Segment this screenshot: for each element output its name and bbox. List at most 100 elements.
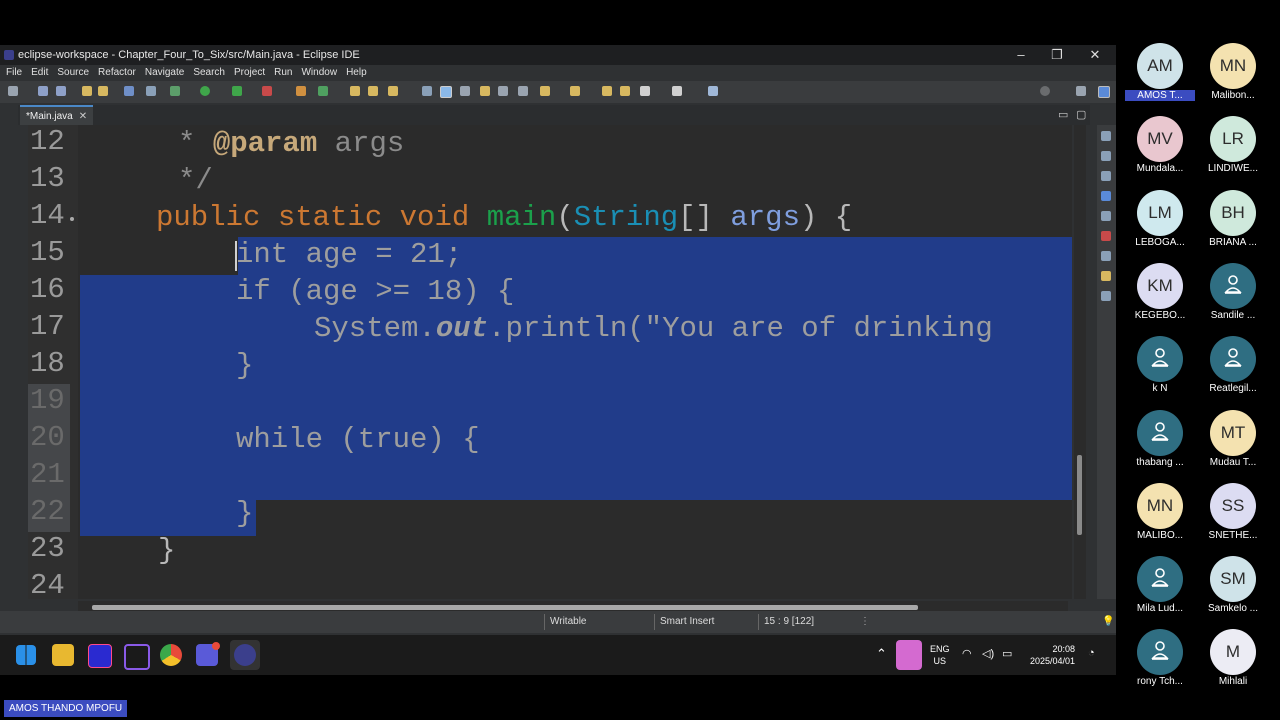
package-explorer-icon[interactable] [1101, 191, 1111, 201]
menu-help[interactable]: Help [346, 67, 367, 78]
hierarchy-icon[interactable] [1101, 211, 1111, 221]
highlight-icon[interactable] [440, 86, 452, 98]
menu-edit[interactable]: Edit [31, 67, 48, 78]
restore-icon[interactable] [1101, 131, 1111, 141]
search-icon[interactable] [1040, 86, 1050, 96]
search-tool-icon[interactable] [388, 86, 398, 96]
open-perspective-icon[interactable] [1076, 86, 1086, 96]
maximize-editor-icon[interactable]: ▢ [1076, 108, 1086, 121]
tab-main-java[interactable]: *Main.java ✕ [20, 105, 94, 125]
arrow-right-icon[interactable] [672, 86, 682, 96]
notifications-icon[interactable]: ◔ [1088, 647, 1095, 659]
participant-tile[interactable]: MN MALIBO... [1125, 482, 1195, 553]
participant-tile[interactable]: MN Malibon... [1198, 43, 1268, 113]
word-wrap-icon[interactable] [480, 86, 490, 96]
open-type-icon[interactable] [350, 86, 360, 96]
participant-tile[interactable]: LM LEBOGA... [1125, 189, 1195, 260]
eclipse-taskbar-button[interactable] [230, 640, 260, 670]
menu-run[interactable]: Run [274, 67, 292, 78]
close-button[interactable]: ✕ [1084, 47, 1106, 63]
save-icon[interactable] [38, 86, 48, 96]
avatar: MN [1137, 482, 1183, 529]
prev-annotation-icon[interactable] [570, 86, 580, 96]
terminal-icon[interactable] [124, 86, 134, 96]
participant-tile[interactable]: LR LINDIWE... [1198, 116, 1268, 186]
debug-icon[interactable] [170, 86, 180, 96]
redo-icon[interactable] [98, 86, 108, 96]
participant-tile[interactable]: rony Tch... [1125, 629, 1195, 699]
tip-icon[interactable]: 💡 [1102, 616, 1114, 627]
open-task-icon[interactable] [368, 86, 378, 96]
participant-tile[interactable]: SM Samkelo ... [1198, 556, 1268, 626]
participant-tile[interactable]: KM KEGEBO... [1125, 262, 1195, 333]
new-icon[interactable] [8, 86, 18, 96]
menu-refactor[interactable]: Refactor [98, 67, 136, 78]
wifi-icon[interactable]: ◠ [962, 647, 972, 660]
battery-icon[interactable]: ▭ [1002, 647, 1012, 660]
minimize-editor-icon[interactable]: ▭ [1058, 108, 1068, 121]
start-icon[interactable] [16, 645, 36, 665]
vertical-scroll-thumb[interactable] [1077, 455, 1082, 535]
pilcrow-icon[interactable] [518, 86, 528, 96]
avatar: M [1210, 629, 1256, 676]
participant-tile[interactable]: MT Mudau T... [1198, 409, 1268, 480]
pin-editor-icon[interactable] [708, 86, 718, 96]
next-annotation-icon[interactable] [540, 86, 550, 96]
participant-tile[interactable]: Mila Lud... [1125, 556, 1195, 626]
console-icon[interactable] [1101, 291, 1111, 301]
horizontal-scroll-thumb[interactable] [92, 605, 918, 610]
participant-tile[interactable]: M Mihlali [1198, 629, 1268, 699]
menu-file[interactable]: File [6, 67, 22, 78]
declaration-icon[interactable] [1101, 271, 1111, 281]
participant-tile[interactable]: BH BRIANA ... [1198, 189, 1268, 260]
menu-project[interactable]: Project [234, 67, 265, 78]
participant-tile[interactable]: Reatlegil... [1198, 336, 1268, 406]
participant-tile[interactable]: AM AMOS T... [1125, 43, 1195, 113]
menu-search[interactable]: Search [193, 67, 225, 78]
goland-icon[interactable] [124, 644, 150, 670]
problems-icon[interactable] [1101, 231, 1111, 241]
toggle-mark-icon[interactable] [422, 86, 432, 96]
clock[interactable]: 20:08 2025/04/01 [1030, 643, 1075, 667]
chevron-up-icon[interactable]: ⌃ [876, 646, 887, 662]
menu-navigate[interactable]: Navigate [145, 67, 184, 78]
external-tools-icon[interactable] [262, 86, 272, 96]
undo-icon[interactable] [82, 86, 92, 96]
participant-tile[interactable]: SS SNETHE... [1198, 482, 1268, 553]
back-icon[interactable] [602, 86, 612, 96]
input-language[interactable]: ENG US [930, 643, 950, 667]
participant-tile[interactable]: k N [1125, 336, 1195, 406]
right-trim-toolbar [1097, 125, 1116, 599]
participant-tile[interactable]: Sandile ... [1198, 262, 1268, 333]
vertical-scrollbar[interactable] [1074, 125, 1086, 599]
fold-marker-icon[interactable] [70, 217, 74, 221]
menu-source[interactable]: Source [57, 67, 89, 78]
javadoc-icon[interactable] [1101, 251, 1111, 261]
volume-icon[interactable]: ◁) [982, 647, 994, 660]
block-selection-icon[interactable] [460, 86, 470, 96]
chrome-icon[interactable] [160, 644, 182, 666]
arrow-left-icon[interactable] [640, 86, 650, 96]
task-list-icon[interactable] [1101, 171, 1111, 181]
run-icon[interactable] [200, 86, 210, 96]
maximize-button[interactable]: ❐ [1046, 47, 1068, 63]
participant-tile[interactable]: thabang ... [1125, 409, 1195, 480]
minimize-button[interactable]: – [1010, 47, 1032, 63]
new-class-icon[interactable] [318, 86, 328, 96]
show-whitespace-icon[interactable] [498, 86, 508, 96]
participant-tile[interactable]: MV Mundala... [1125, 116, 1195, 186]
status-more-icon[interactable]: ⋮ [860, 616, 870, 627]
microphone-icon[interactable] [896, 640, 922, 670]
menu-window[interactable]: Window [301, 67, 337, 78]
file-explorer-icon[interactable] [52, 644, 74, 666]
forward-icon[interactable] [620, 86, 630, 96]
tab-close-icon[interactable]: ✕ [79, 111, 87, 122]
new-java-project-icon[interactable] [296, 86, 306, 96]
java-perspective-icon[interactable] [1098, 86, 1110, 98]
coverage-icon[interactable] [232, 86, 242, 96]
outline-icon[interactable] [1101, 151, 1111, 161]
save-all-icon[interactable] [56, 86, 66, 96]
code-editor[interactable]: 12 13 14 15 16 17 18 19 20 21 22 23 24 *… [28, 125, 1072, 599]
skip-breakpoints-icon[interactable] [146, 86, 156, 96]
intellij-icon[interactable] [88, 644, 112, 668]
